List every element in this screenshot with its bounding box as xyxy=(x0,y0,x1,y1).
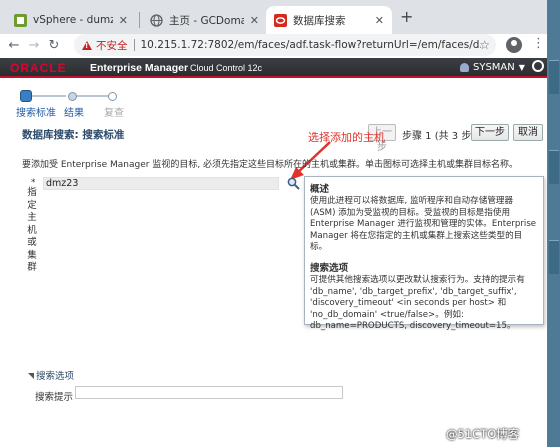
tab-separator xyxy=(139,12,140,28)
host-label: 指定主机或集群 xyxy=(27,187,37,273)
chevron-down-icon: ▼ xyxy=(518,63,525,72)
user-name: SYSMAN xyxy=(473,62,515,73)
vsphere-icon xyxy=(14,13,27,27)
new-tab-button[interactable]: + xyxy=(400,9,413,25)
user-menu[interactable]: SYSMAN ▼ xyxy=(460,62,525,73)
oracle-icon xyxy=(274,13,287,27)
train-label: 复查 xyxy=(104,108,124,119)
popup-search-options-title: 搜索选项 xyxy=(310,262,349,274)
disclosure-icon xyxy=(28,373,34,379)
browser-window: vSphere - dumz_rh ✕ 主页 - GCDomain - ✕ 数据… xyxy=(0,0,548,447)
oracle-logo: ORACLE xyxy=(10,61,67,75)
popup-overview-title: 概述 xyxy=(310,184,330,195)
train-step-results[interactable] xyxy=(68,92,77,101)
close-icon[interactable]: ✕ xyxy=(375,14,384,27)
search-options-toggle[interactable]: 搜索选项 xyxy=(28,368,74,382)
watermark: @51CTO博客 xyxy=(446,427,520,441)
intro-text: 要添加受 Enterprise Manager 监视的目标, 必须先指定这些目标… xyxy=(22,160,519,170)
desktop-tile xyxy=(549,150,559,184)
tab-gcdomain[interactable]: 主页 - GCDomain - ✕ xyxy=(142,6,267,34)
desktop-tile xyxy=(549,60,559,94)
close-icon[interactable]: ✕ xyxy=(119,14,128,27)
tab-title: 主页 - GCDomain - xyxy=(169,14,244,27)
not-secure-label[interactable]: 不安全 xyxy=(96,38,128,53)
host-input[interactable] xyxy=(43,177,279,190)
forward-arrow-icon[interactable]: → xyxy=(24,38,44,53)
globe-icon xyxy=(150,13,163,27)
back-arrow-icon[interactable]: ← xyxy=(4,38,24,53)
popup-overview-text: 使用此进程可以将数据库, 监听程序和自动存储管理器 (ASM) 添加为受监视的目… xyxy=(310,196,537,253)
product-edition: Cloud Control 12c xyxy=(190,63,263,73)
popup-search-options-text: 可提供其他搜索选项以更改默认搜索行为。支持的提示有 'db_name', 'db… xyxy=(310,274,525,332)
tab-vsphere[interactable]: vSphere - dumz_rh ✕ xyxy=(6,6,136,34)
train-label: 搜索标准 xyxy=(16,108,56,119)
search-options-label: 搜索选项 xyxy=(36,371,75,382)
more-menu-icon[interactable]: ⋮ xyxy=(532,36,545,52)
cancel-button[interactable]: 取消 xyxy=(513,124,543,141)
search-icon[interactable] xyxy=(532,60,544,72)
oracle-header: ORACLE Enterprise Manager Cloud Control … xyxy=(0,58,547,78)
url-text[interactable]: 10.215.1.72:7802/em/faces/adf.task-flow?… xyxy=(141,39,481,51)
warning-icon xyxy=(82,40,92,50)
address-separator xyxy=(133,39,135,51)
help-popup: 概述 使用此进程可以将数据库, 监听程序和自动存储管理器 (ASM) 添加为受监… xyxy=(304,176,544,331)
train-label[interactable]: 结果 xyxy=(64,104,84,119)
reload-icon[interactable]: ↻ xyxy=(44,38,64,53)
tab-title: vSphere - dumz_rh xyxy=(33,14,113,26)
search-icon[interactable] xyxy=(287,177,300,190)
user-icon xyxy=(460,63,469,72)
tab-title: 数据库搜索 xyxy=(293,14,346,27)
train-step-review xyxy=(108,92,117,101)
desktop-tile xyxy=(549,240,559,274)
star-icon[interactable]: ☆ xyxy=(479,38,490,52)
step-indicator: 步骤 1 (共 3 步) xyxy=(402,131,476,142)
product-name: Enterprise Manager xyxy=(90,62,189,74)
close-icon[interactable]: ✕ xyxy=(250,14,259,27)
account-icon[interactable] xyxy=(506,37,522,53)
train-connector xyxy=(26,95,66,97)
toolbar: ← → ↻ 不安全 10.215.1.72:7802/em/faces/adf.… xyxy=(0,34,547,56)
train-step-search-criteria xyxy=(20,90,32,102)
tab-strip: vSphere - dumz_rh ✕ 主页 - GCDomain - ✕ 数据… xyxy=(0,0,547,34)
tab-database-search[interactable]: 数据库搜索 ✕ xyxy=(266,6,392,34)
address-bar[interactable]: 不安全 10.215.1.72:7802/em/faces/adf.task-f… xyxy=(74,34,496,56)
next-button[interactable]: 下一步 xyxy=(471,124,509,141)
wizard-train: 搜索标准 结果 复查 xyxy=(16,90,138,119)
page-title: 数据库搜索: 搜索标准 xyxy=(22,129,125,141)
search-hint-input[interactable] xyxy=(75,386,343,399)
search-hint-label: 搜索提示 xyxy=(35,392,74,403)
desktop-background xyxy=(548,0,560,447)
